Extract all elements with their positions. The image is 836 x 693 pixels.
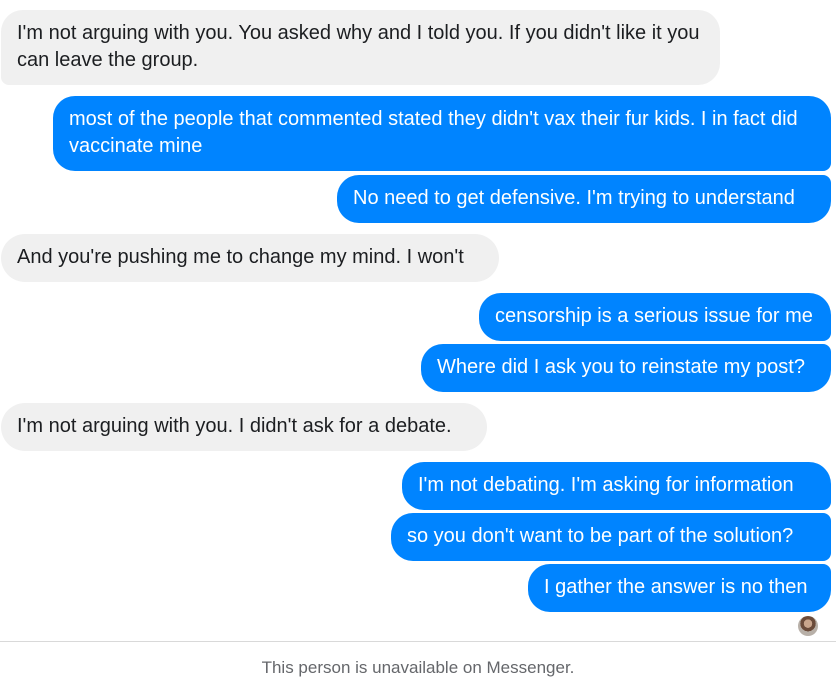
message-thread: I'm not arguing with you. You asked why … [0, 0, 836, 640]
outgoing-message[interactable]: Where did I ask you to reinstate my post… [421, 344, 831, 392]
outgoing-message[interactable]: most of the people that commented stated… [53, 96, 831, 171]
unavailable-notice-text: This person is unavailable on Messenger. [261, 657, 575, 677]
incoming-message[interactable]: I'm not arguing with you. I didn't ask f… [1, 403, 487, 451]
incoming-message[interactable]: And you're pushing me to change my mind.… [1, 234, 499, 282]
outgoing-message[interactable]: so you don't want to be part of the solu… [391, 513, 831, 561]
outgoing-message[interactable]: censorship is a serious issue for me [479, 293, 831, 341]
read-receipt-avatar [798, 616, 818, 636]
outgoing-message[interactable]: I'm not debating. I'm asking for informa… [402, 462, 831, 510]
incoming-message[interactable]: I'm not arguing with you. You asked why … [1, 10, 720, 85]
outgoing-message[interactable]: No need to get defensive. I'm trying to … [337, 175, 831, 223]
outgoing-message[interactable]: I gather the answer is no then [528, 564, 831, 612]
unavailable-notice: This person is unavailable on Messenger. [0, 642, 836, 693]
